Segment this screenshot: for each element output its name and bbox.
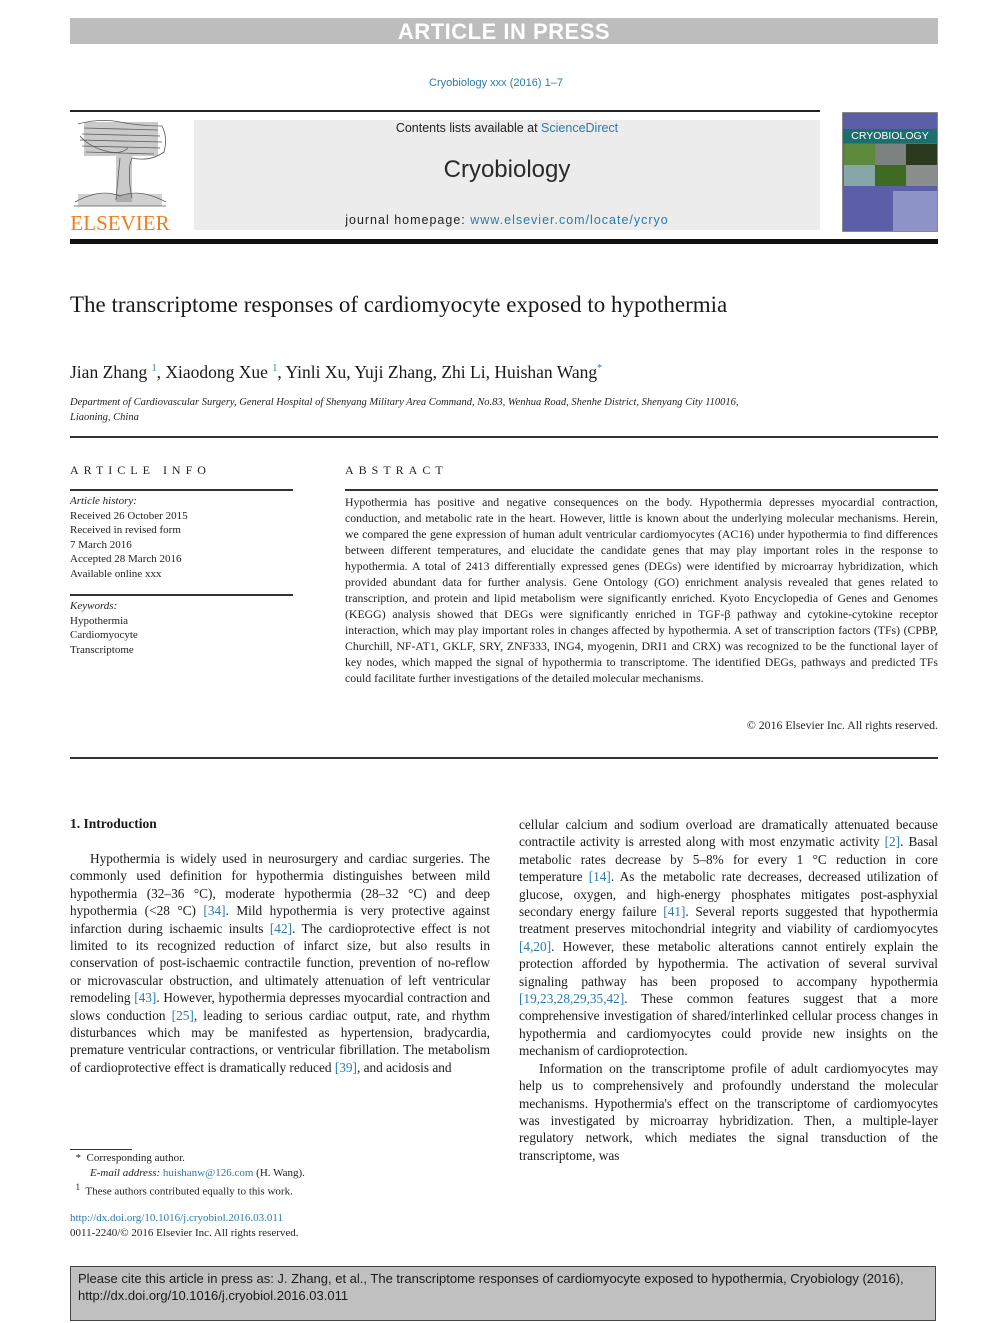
footnotes: * Corresponding author. E-mail address: … <box>70 1151 490 1199</box>
corresponding-author-mark[interactable]: * <box>597 363 602 374</box>
article-title: The transcriptome responses of cardiomyo… <box>70 292 728 317</box>
abstract-copyright: © 2016 Elsevier Inc. All rights reserved… <box>746 718 938 732</box>
email-suffix: (H. Wang). <box>256 1166 305 1179</box>
keyword: Transcriptome <box>70 643 134 656</box>
citation-link[interactable]: [41] <box>663 904 685 919</box>
author-affiliation: Department of Cardiovascular Surgery, Ge… <box>70 395 870 425</box>
elsevier-logo[interactable]: ELSEVIER <box>70 118 170 235</box>
citation-link[interactable]: [2] <box>885 834 901 849</box>
elsevier-tree-icon <box>74 120 167 207</box>
keywords-rule <box>70 594 293 596</box>
article-history: Article history: Received 26 October 201… <box>70 494 293 581</box>
cover-image-tile <box>844 144 875 165</box>
affiliation-line: Liaoning, China <box>70 412 139 423</box>
keywords-block: Keywords: Hypothermia Cardiomyocyte Tran… <box>70 599 293 657</box>
author-footnote-mark[interactable]: 1 <box>272 363 277 374</box>
contents-available-line: Contents lists available at ScienceDirec… <box>194 121 820 135</box>
history-item: Received 26 October 2015 <box>70 509 188 522</box>
front-matter-rule <box>70 757 938 759</box>
keyword: Hypothermia <box>70 614 129 627</box>
citation-link[interactable]: [19,23,28,29,35,42] <box>519 991 624 1006</box>
cover-title: CRYOBIOLOGY <box>843 129 937 143</box>
author[interactable]: Zhi Li <box>441 362 485 382</box>
citation-link[interactable]: [42] <box>270 921 292 936</box>
abstract-text: Hypothermia has positive and negative co… <box>345 495 938 685</box>
header-rule <box>70 110 820 112</box>
history-item: 7 March 2016 <box>70 538 132 551</box>
footnote-rule <box>70 1149 132 1150</box>
author[interactable]: Jian Zhang <box>70 362 147 382</box>
elsevier-wordmark: ELSEVIER <box>70 211 170 235</box>
journal-reference-link[interactable]: Cryobiology xxx (2016) 1–7 <box>0 77 992 89</box>
cover-image-tile <box>906 165 937 186</box>
cover-image-tile <box>844 165 875 186</box>
body-text: cellular calcium and sodium overload are… <box>519 817 938 850</box>
citation-link[interactable]: [14] <box>589 869 611 884</box>
article-in-press-banner: ARTICLE IN PRESS <box>70 18 938 44</box>
intro-paragraph: cellular calcium and sodium overload are… <box>519 816 938 1060</box>
footnote-mark: 1 <box>75 1182 81 1192</box>
issn-copyright: 0011-2240/© 2016 Elsevier Inc. All right… <box>70 1227 299 1239</box>
article-info-heading: ARTICLE INFO <box>70 463 211 477</box>
affiliation-line: Department of Cardiovascular Surgery, Ge… <box>70 397 739 408</box>
cover-image-tile <box>875 165 906 186</box>
citation-link[interactable]: [39] <box>335 1060 357 1075</box>
intro-left-column: Hypothermia is widely used in neurosurge… <box>70 850 490 1076</box>
intro-paragraph: Information on the transcriptome profile… <box>519 1060 938 1163</box>
contents-prefix: Contents lists available at <box>395 121 542 135</box>
citation-line: Please cite this article in press as: J.… <box>78 1271 904 1286</box>
cover-image-tile <box>906 144 937 165</box>
abstract-heading: ABSTRACT <box>345 463 448 477</box>
footnote-text: Corresponding author. <box>86 1152 185 1164</box>
footnote-mark: * <box>75 1152 82 1164</box>
journal-name: Cryobiology <box>443 156 571 183</box>
footnote-equal-contribution: 1 These authors contributed equally to t… <box>70 1180 490 1199</box>
intro-right-column: cellular calcium and sodium overload are… <box>519 816 938 1164</box>
keyword: Cardiomyocyte <box>70 629 138 641</box>
introduction-heading: 1. Introduction <box>70 816 157 831</box>
affiliation-rule <box>70 436 938 438</box>
citation-link[interactable]: [43] <box>134 990 156 1005</box>
doi-link[interactable]: http://dx.doi.org/10.1016/j.cryobiol.201… <box>70 1211 490 1226</box>
email-link[interactable]: huishanw@126.com <box>163 1167 253 1179</box>
body-text: . However, these metabolic alterations c… <box>519 938 938 989</box>
citation-link[interactable]: [4,20] <box>519 939 551 954</box>
intro-paragraph: Hypothermia is widely used in neurosurge… <box>70 850 490 1076</box>
author-list: Jian Zhang 1, Xiaodong Xue 1, Yinli Xu, … <box>70 362 603 382</box>
footnote-email: E-mail address: huishanw@126.com (H. Wan… <box>70 1166 490 1181</box>
history-label: Article history: <box>70 495 137 507</box>
cover-image-tile <box>875 144 906 165</box>
citation-link[interactable]: [25] <box>172 1008 194 1023</box>
masthead-thick-rule <box>70 239 938 244</box>
sciencedirect-link[interactable]: ScienceDirect <box>541 121 618 135</box>
body-text: , and acidosis and <box>356 1059 452 1075</box>
author[interactable]: Huishan Wang <box>494 362 597 382</box>
citation-box: Please cite this article in press as: J.… <box>70 1266 936 1321</box>
homepage-link[interactable]: www.elsevier.com/locate/ycryo <box>470 213 669 227</box>
author-footnote-mark[interactable]: 1 <box>152 363 157 374</box>
author[interactable]: Yinli Xu <box>285 362 346 382</box>
citation-link[interactable]: [34] <box>203 903 225 918</box>
author[interactable]: Xiaodong Xue <box>165 362 268 382</box>
doi-block: http://dx.doi.org/10.1016/j.cryobiol.201… <box>70 1211 490 1241</box>
email-label: E-mail address: <box>90 1166 161 1179</box>
history-item: Accepted 28 March 2016 <box>70 553 182 565</box>
journal-homepage-line: journal homepage: www.elsevier.com/locat… <box>194 213 820 227</box>
keywords-label: Keywords: <box>70 600 118 612</box>
homepage-prefix: journal homepage: <box>345 213 471 227</box>
cover-lower-panel <box>893 191 937 231</box>
history-item: Available online xxx <box>70 567 162 580</box>
citation-doi[interactable]: http://dx.doi.org/10.1016/j.cryobiol.201… <box>78 1287 928 1304</box>
author[interactable]: Yuji Zhang <box>354 362 432 382</box>
history-item: Received in revised form <box>70 524 181 536</box>
journal-cover-thumbnail[interactable]: CRYOBIOLOGY <box>842 112 938 232</box>
footnote-corresponding: * Corresponding author. <box>70 1151 490 1166</box>
footnote-text: These authors contributed equally to thi… <box>85 1185 293 1198</box>
journal-masthead: Contents lists available at ScienceDirec… <box>194 120 820 230</box>
article-info-rule <box>70 489 293 491</box>
abstract-rule <box>345 489 938 491</box>
